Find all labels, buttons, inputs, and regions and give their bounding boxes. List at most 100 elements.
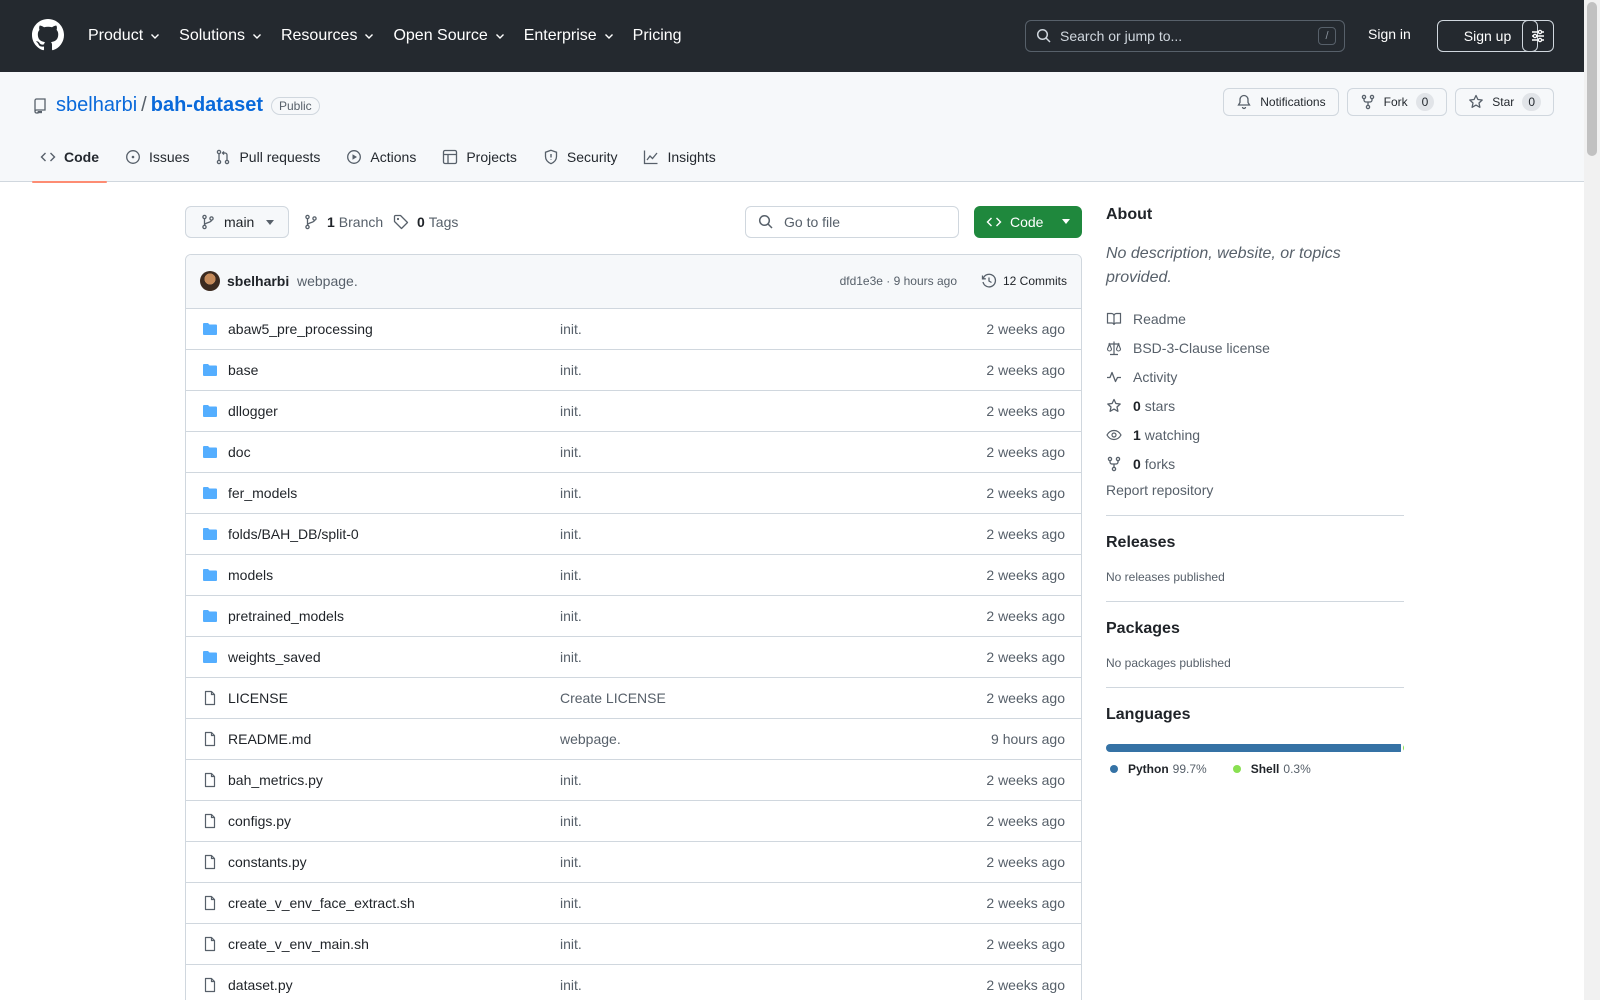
- sidebar-link-readme[interactable]: Readme: [1106, 304, 1404, 333]
- file-commit-message[interactable]: Create LICENSE: [560, 690, 666, 706]
- folder-row[interactable]: fer_models init. 2 weeks ago: [186, 473, 1081, 514]
- commit-author[interactable]: sbelharbi: [227, 273, 289, 289]
- folder-row[interactable]: folds/BAH_DB/split-0 init. 2 weeks ago: [186, 514, 1081, 555]
- file-name-link[interactable]: pretrained_models: [228, 608, 344, 624]
- commits-history-link[interactable]: 12 Commits: [981, 273, 1067, 289]
- language-item[interactable]: Python 99.7%: [1106, 762, 1207, 776]
- sign-in-link[interactable]: Sign in: [1368, 26, 1411, 42]
- file-commit-message[interactable]: init.: [560, 936, 582, 952]
- file-commit-message[interactable]: init.: [560, 813, 582, 829]
- code-icon: [40, 152, 56, 162]
- file-row[interactable]: README.md webpage. 9 hours ago: [186, 719, 1081, 760]
- page-scrollbar[interactable]: [1584, 0, 1600, 1000]
- file-commit-message[interactable]: init.: [560, 526, 582, 542]
- file-commit-message[interactable]: init.: [560, 649, 582, 665]
- file-name-link[interactable]: base: [228, 362, 258, 378]
- avatar[interactable]: [200, 271, 220, 291]
- file-commit-message[interactable]: init.: [560, 895, 582, 911]
- folder-row[interactable]: pretrained_models init. 2 weeks ago: [186, 596, 1081, 637]
- file-commit-message[interactable]: init.: [560, 772, 582, 788]
- file-name-link[interactable]: fer_models: [228, 485, 297, 501]
- file-name-link[interactable]: configs.py: [228, 813, 291, 829]
- commit-message[interactable]: webpage.: [297, 273, 358, 289]
- search-input[interactable]: Search or jump to... /: [1025, 20, 1345, 52]
- scrollbar-thumb[interactable]: [1587, 2, 1597, 156]
- code-dropdown-button[interactable]: Code: [974, 206, 1082, 238]
- report-repository-link[interactable]: Report repository: [1106, 482, 1404, 498]
- file-row[interactable]: constants.py init. 2 weeks ago: [186, 842, 1081, 883]
- file-name-link[interactable]: dllogger: [228, 403, 278, 419]
- file-commit-message[interactable]: init.: [560, 485, 582, 501]
- sidebar-link-count: 0: [1133, 397, 1141, 414]
- file-commit-message[interactable]: init.: [560, 854, 582, 870]
- tab-code[interactable]: Code: [32, 132, 107, 183]
- sidebar-link-stars[interactable]: 0 stars: [1106, 391, 1404, 420]
- repo-name-link[interactable]: bah-dataset: [151, 94, 263, 117]
- file-name-link[interactable]: doc: [228, 444, 251, 460]
- file-name-link[interactable]: constants.py: [228, 854, 307, 870]
- github-logo-icon[interactable]: [32, 19, 64, 51]
- tab-pull-requests[interactable]: Pull requests: [207, 132, 328, 182]
- file-commit-message[interactable]: init.: [560, 403, 582, 419]
- folder-row[interactable]: models init. 2 weeks ago: [186, 555, 1081, 596]
- notifications-button[interactable]: Notifications: [1223, 88, 1339, 116]
- file-name-link[interactable]: dataset.py: [228, 977, 293, 993]
- folder-icon-wrap: [202, 485, 218, 501]
- file-row[interactable]: dataset.py init. 2 weeks ago: [186, 965, 1081, 1000]
- file-commit-message[interactable]: init.: [560, 977, 582, 993]
- tab-security[interactable]: Security: [535, 132, 626, 182]
- file-row[interactable]: bah_metrics.py init. 2 weeks ago: [186, 760, 1081, 801]
- folder-row[interactable]: abaw5_pre_processing init. 2 weeks ago: [186, 309, 1081, 350]
- file-name-link[interactable]: abaw5_pre_processing: [228, 321, 373, 337]
- file-row[interactable]: create_v_env_face_extract.sh init. 2 weeks…: [186, 883, 1081, 924]
- folder-row[interactable]: weights_saved init. 2 weeks ago: [186, 637, 1081, 678]
- file-commit-message[interactable]: webpage.: [560, 731, 621, 747]
- file-row[interactable]: configs.py init. 2 weeks ago: [186, 801, 1081, 842]
- tab-actions[interactable]: Actions: [338, 132, 424, 182]
- file-name-link[interactable]: bah_metrics.py: [228, 772, 323, 788]
- file-name-link[interactable]: create_v_env_main.sh: [228, 936, 369, 952]
- sidebar-link-bsd-3-clause-license[interactable]: BSD-3-Clause license: [1106, 333, 1404, 362]
- file-commit-message[interactable]: init.: [560, 362, 582, 378]
- file-row[interactable]: LICENSE Create LICENSE 2 weeks ago: [186, 678, 1081, 719]
- nav-open-source[interactable]: Open Source: [393, 27, 505, 45]
- branch-selector[interactable]: main: [185, 206, 289, 238]
- nav-solutions[interactable]: Solutions: [179, 27, 263, 45]
- file-row[interactable]: create_v_env_main.sh init. 2 weeks ago: [186, 924, 1081, 965]
- file-name-link[interactable]: models: [228, 567, 273, 583]
- file-name-link[interactable]: LICENSE: [228, 690, 288, 706]
- sidebar-link-forks[interactable]: 0 forks: [1106, 449, 1404, 478]
- folder-row[interactable]: doc init. 2 weeks ago: [186, 432, 1081, 473]
- file-name-link[interactable]: README.md: [228, 731, 311, 747]
- file-name-link[interactable]: create_v_env_face_extract.sh: [228, 895, 415, 911]
- file-toolbar: main 1 Branch 0 Tags Go to file Code: [185, 206, 1083, 238]
- nav-enterprise[interactable]: Enterprise: [524, 27, 615, 45]
- file-commit-message[interactable]: init.: [560, 567, 582, 583]
- star-button[interactable]: Star 0: [1455, 88, 1554, 116]
- go-to-file-input[interactable]: Go to file: [745, 206, 959, 238]
- branches-link[interactable]: 1 Branch: [303, 206, 383, 238]
- folder-row[interactable]: dllogger init. 2 weeks ago: [186, 391, 1081, 432]
- fork-button[interactable]: Fork 0: [1346, 88, 1448, 116]
- language-item[interactable]: Shell 0.3%: [1229, 762, 1311, 776]
- commit-meta[interactable]: dfd1e3e · 9 hours ago: [840, 274, 957, 288]
- sidebar-link-activity[interactable]: Activity: [1106, 362, 1404, 391]
- nav-resources[interactable]: Resources: [281, 27, 375, 45]
- tab-projects[interactable]: Projects: [434, 132, 525, 182]
- tab-insights[interactable]: Insights: [635, 132, 723, 182]
- nav-pricing[interactable]: Pricing: [633, 27, 682, 45]
- file-name-link[interactable]: weights_saved: [228, 649, 321, 665]
- tab-issues[interactable]: Issues: [117, 132, 197, 182]
- nav-product[interactable]: Product: [88, 27, 161, 45]
- file-name-link[interactable]: folds/BAH_DB/split-0: [228, 526, 359, 542]
- sidebar-link-watching[interactable]: 1 watching: [1106, 420, 1404, 449]
- packages-heading[interactable]: Packages: [1106, 620, 1404, 638]
- file-commit-message[interactable]: init.: [560, 608, 582, 624]
- tags-link[interactable]: 0 Tags: [393, 206, 458, 238]
- repo-owner-link[interactable]: sbelharbi: [56, 94, 137, 117]
- file-commit-message[interactable]: init.: [560, 321, 582, 337]
- folder-row[interactable]: base init. 2 weeks ago: [186, 350, 1081, 391]
- command-palette-button[interactable]: [1522, 20, 1554, 52]
- file-commit-message[interactable]: init.: [560, 444, 582, 460]
- releases-heading[interactable]: Releases: [1106, 534, 1404, 552]
